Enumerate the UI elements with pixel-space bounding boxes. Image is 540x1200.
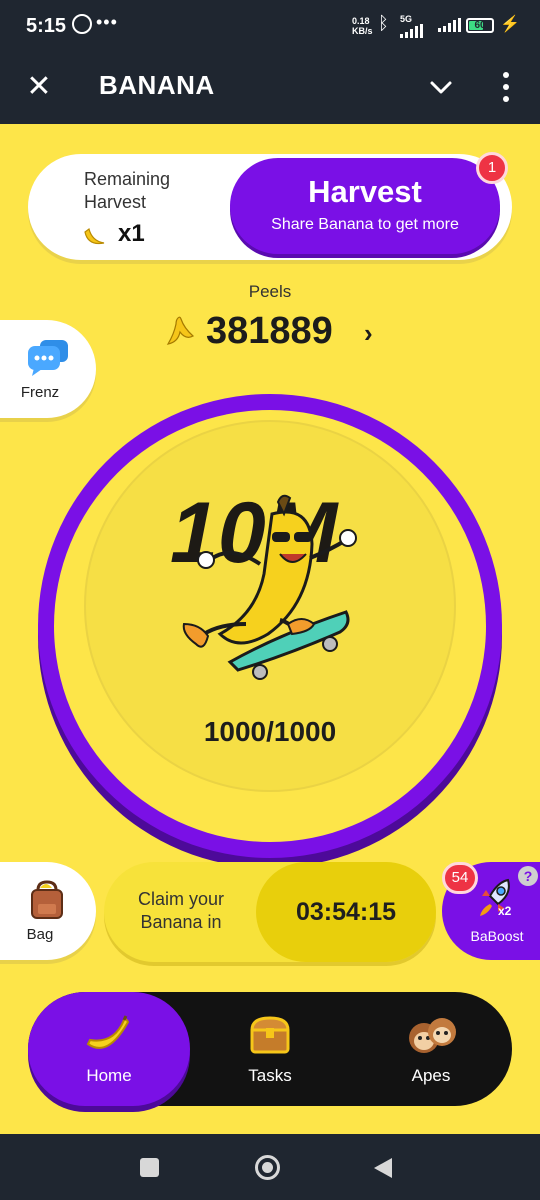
banana-peel-icon xyxy=(166,316,195,345)
bluetooth-icon: ᛒ xyxy=(378,13,389,33)
signal-icon xyxy=(400,24,423,38)
app-title: BANANA xyxy=(99,70,215,100)
nav-home[interactable]: Home xyxy=(28,992,190,1106)
peels-value: 381889 xyxy=(206,310,333,352)
battery-level: 60 xyxy=(474,20,486,31)
claim-label: Claim your Banana in xyxy=(137,889,225,932)
boost-multiplier: x2 xyxy=(498,904,512,918)
bag-button[interactable]: Bag xyxy=(0,862,96,960)
energy-counter: 1000/1000 xyxy=(203,716,337,747)
status-bar: 5:15 ••• 0.18 KB/s ᛒ 5G 60 ⚡ xyxy=(0,0,540,56)
claim-timer: 03:54:15 xyxy=(256,862,436,962)
bag-label: Bag xyxy=(26,926,54,943)
remaining-harvest-count: x1 xyxy=(118,220,145,247)
nav-tasks[interactable]: Tasks xyxy=(190,992,350,1106)
monkeys-icon xyxy=(409,1018,456,1053)
baboost-label: BaBoost xyxy=(470,928,524,944)
bottom-nav: Home Tasks Apes xyxy=(28,992,512,1106)
battery-icon: 60 xyxy=(466,18,494,33)
whatsapp-icon xyxy=(72,14,92,34)
nav-tasks-label: Tasks xyxy=(248,1066,292,1085)
remaining-harvest-label: Remaining Harvest xyxy=(84,169,171,212)
banana-icon xyxy=(84,227,105,245)
skateboard-banana-mascot[interactable]: 10M xyxy=(160,474,390,694)
chest-icon xyxy=(250,1016,290,1054)
nav-home-label: Home xyxy=(86,1066,132,1085)
peels-counter[interactable]: 381889 › xyxy=(160,310,390,354)
frenz-button[interactable]: Frenz xyxy=(0,320,96,418)
harvest-button[interactable]: Harvest Share Banana to get more xyxy=(230,158,500,254)
recents-button[interactable] xyxy=(140,1158,159,1177)
harvest-button-subtitle: Share Banana to get more xyxy=(271,216,459,233)
network-speed: 0.18 KB/s xyxy=(352,16,373,36)
app-bar: ✕ BANANA xyxy=(0,56,540,124)
nav-apes[interactable]: Apes xyxy=(350,992,512,1106)
more-menu-icon[interactable] xyxy=(498,72,514,102)
harvest-button-title: Harvest xyxy=(308,174,422,209)
peels-label: Peels xyxy=(248,282,292,301)
bag-icon xyxy=(31,880,63,919)
harvest-badge: 1 xyxy=(476,152,508,184)
main-area: Remaining Harvest x1 Harvest Share Banan… xyxy=(0,124,540,1134)
charging-icon: ⚡ xyxy=(500,16,520,33)
rocket-icon xyxy=(480,878,510,916)
baboost-badge: 54 xyxy=(442,862,478,894)
help-icon[interactable]: ? xyxy=(518,866,538,886)
chevron-down-icon[interactable] xyxy=(428,74,454,100)
close-icon[interactable]: ✕ xyxy=(24,72,54,102)
back-button[interactable] xyxy=(372,1156,394,1180)
harvest-card: Remaining Harvest x1 Harvest Share Banan… xyxy=(28,154,512,260)
home-button-dot xyxy=(262,1162,273,1173)
more-notifications-icon: ••• xyxy=(96,12,118,32)
network-speed-unit: KB/s xyxy=(352,26,373,36)
banana-icon xyxy=(86,1015,130,1049)
chat-bubble-icon xyxy=(28,340,68,376)
frenz-label: Frenz xyxy=(20,384,60,401)
network-speed-value: 0.18 xyxy=(352,16,370,26)
system-nav-bar xyxy=(0,1134,540,1200)
network-type: 5G xyxy=(400,14,413,24)
signal-icon-2 xyxy=(438,18,461,32)
claim-panel[interactable]: Claim your Banana in 03:54:15 xyxy=(104,862,436,962)
status-time: 5:15 xyxy=(26,15,67,37)
chevron-right-icon: › xyxy=(364,318,373,348)
mascot-emblem-text: 10M xyxy=(170,485,340,581)
home-button[interactable] xyxy=(255,1155,280,1180)
nav-apes-label: Apes xyxy=(411,1066,451,1085)
